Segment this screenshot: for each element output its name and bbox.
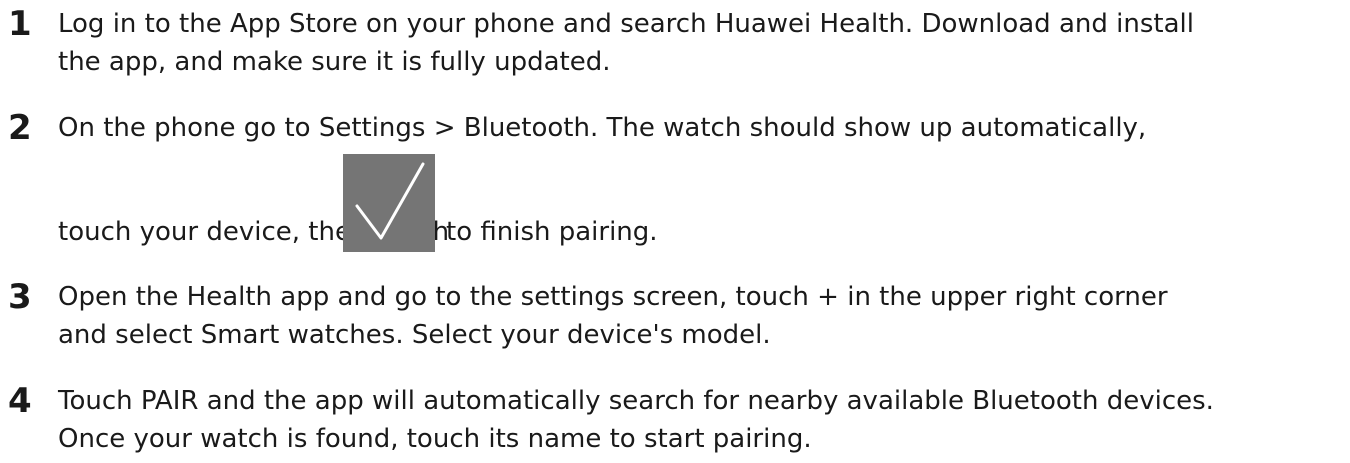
step-text-line: Touch PAIR and the app will automaticall… [58,386,1214,416]
step-number: 3 [8,277,32,317]
step-text-line: On the phone go to Settings > Bluetooth.… [58,113,1147,143]
step-text-line: the app, and make sure it is fully updat… [58,47,611,77]
step-text: Touch PAIR and the app will automaticall… [58,382,1348,458]
step-text: Log in to the App Store on your phone an… [58,5,1348,81]
step-text-line: Open the Health app and go to the settin… [58,282,1168,312]
step-text: Open the Health app and go to the settin… [58,278,1348,354]
step-number: 2 [8,108,32,148]
checkmark-icon [343,154,435,252]
step-text: On the phone go to Settings > Bluetooth.… [58,109,1348,247]
step-number: 1 [8,4,32,44]
step-text-line: Once your watch is found, touch its name… [58,424,812,454]
step-number: 4 [8,381,32,421]
step-text-line: Log in to the App Store on your phone an… [58,9,1194,39]
step-text-after-icon: to finish pairing. [446,217,658,247]
step-text-line: and select Smart watches. Select your de… [58,320,771,350]
